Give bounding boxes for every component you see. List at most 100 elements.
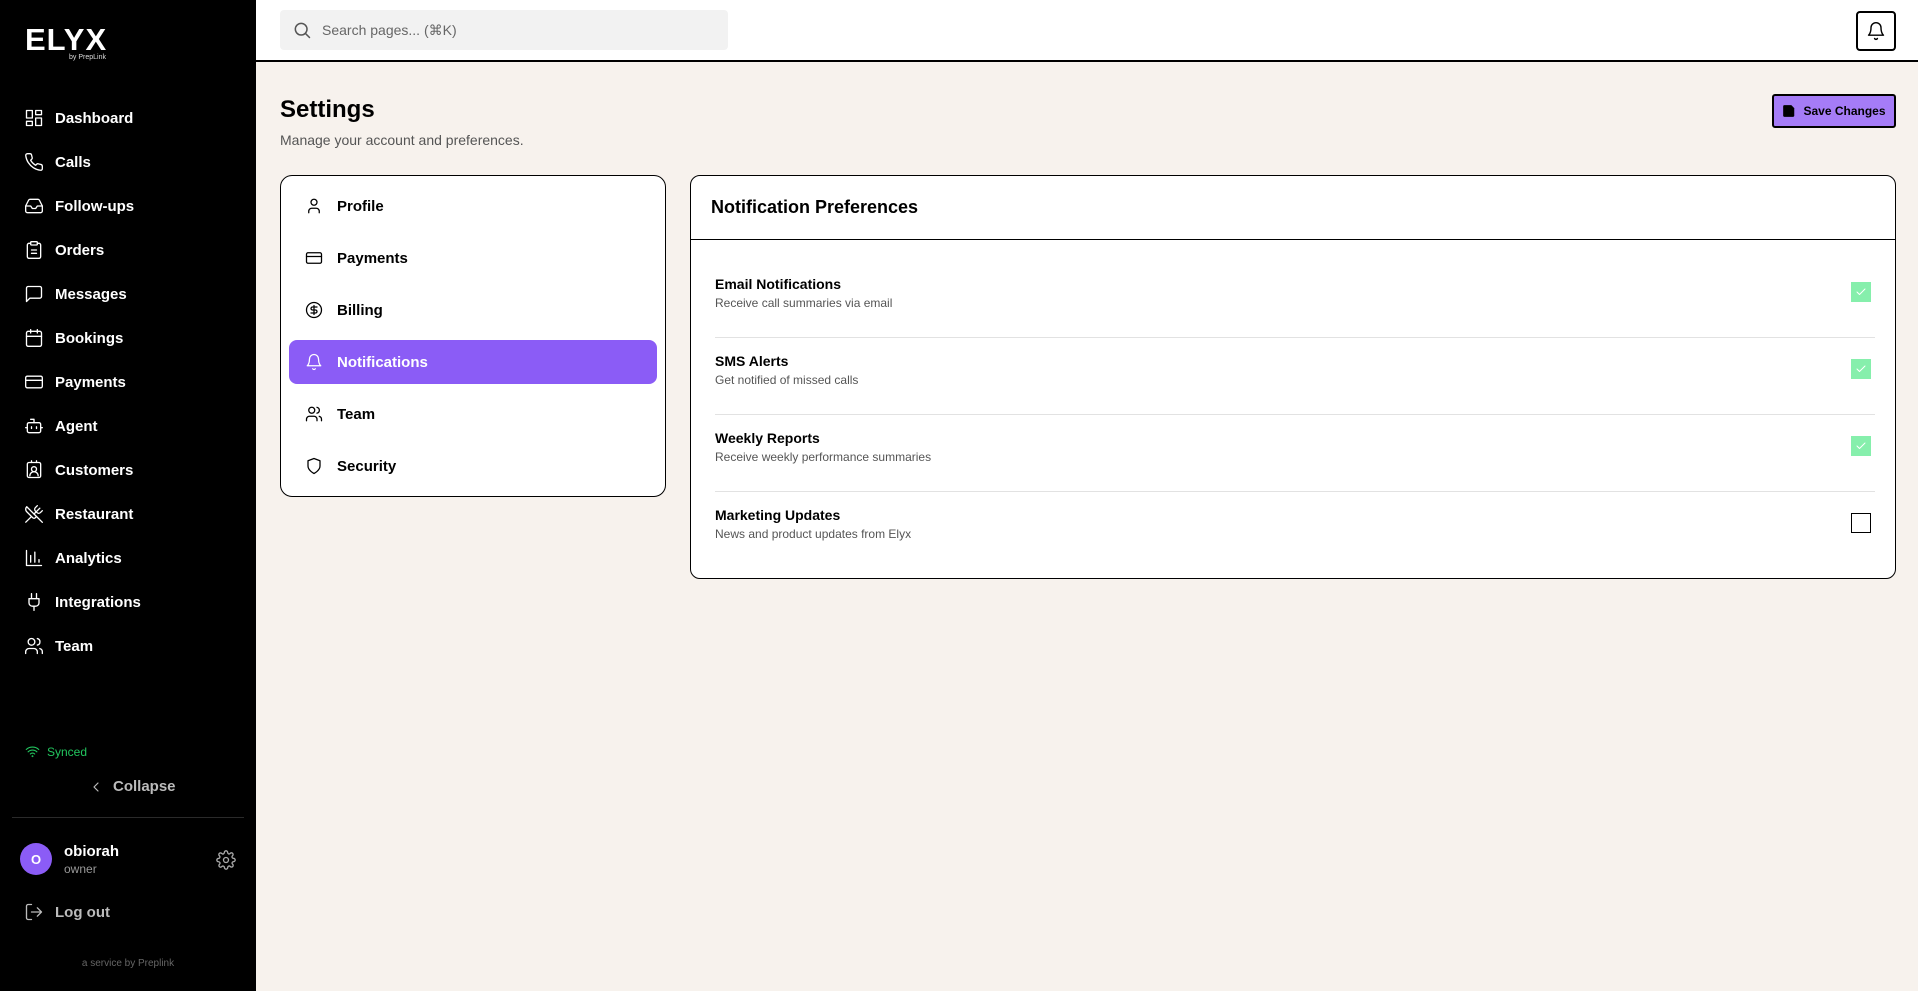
shield-icon bbox=[307, 457, 321, 475]
logo[interactable]: ELYX by PrepLink bbox=[25, 24, 107, 62]
settings-tab-label: Payments bbox=[337, 249, 408, 267]
sidebar-divider bbox=[12, 817, 244, 818]
search-box[interactable] bbox=[280, 10, 728, 50]
calendar-icon bbox=[25, 329, 43, 347]
check-icon bbox=[1856, 442, 1866, 449]
bell-icon bbox=[1867, 22, 1885, 41]
inbox-icon bbox=[25, 198, 43, 214]
panel-title: Notification Preferences bbox=[711, 197, 919, 217]
sidebar-item-payments[interactable]: Payments bbox=[0, 360, 256, 404]
preference-description: Receive call summaries via email bbox=[715, 296, 893, 310]
preference-description: Get notified of missed calls bbox=[715, 373, 859, 387]
logout-button[interactable]: Log out bbox=[24, 902, 110, 922]
sidebar-item-label: Analytics bbox=[55, 549, 122, 567]
sidebar-item-orders[interactable]: Orders bbox=[0, 228, 256, 272]
sync-status: Synced bbox=[25, 744, 87, 759]
user-icon bbox=[308, 198, 320, 214]
settings-tab-billing[interactable]: Billing bbox=[289, 288, 657, 332]
sidebar-item-customers[interactable]: Customers bbox=[0, 448, 256, 492]
settings-tab-label: Team bbox=[337, 405, 376, 423]
sidebar-item-dashboard[interactable]: Dashboard bbox=[0, 96, 256, 140]
sidebar-item-bookings[interactable]: Bookings bbox=[0, 316, 256, 360]
weekly-reports-checkbox[interactable] bbox=[1851, 436, 1871, 456]
credit-card-icon bbox=[25, 375, 43, 389]
user-role: owner bbox=[64, 862, 97, 876]
panel-header: Notification Preferences bbox=[691, 176, 1895, 240]
preference-title: Marketing Updates bbox=[715, 507, 841, 523]
sidebar-item-calls[interactable]: Calls bbox=[0, 140, 256, 184]
page-subtitle: Manage your account and preferences. bbox=[280, 132, 524, 148]
logo-subtext: by PrepLink bbox=[69, 54, 106, 61]
dollar-circle-icon bbox=[305, 301, 323, 319]
sidebar-nav: Dashboard Calls Follow-ups Orders Messag… bbox=[0, 96, 256, 668]
sidebar-item-messages[interactable]: Messages bbox=[0, 272, 256, 316]
user-profile: O obiorah owner bbox=[20, 843, 238, 877]
save-changes-button[interactable]: Save Changes bbox=[1772, 94, 1896, 128]
credit-card-icon bbox=[305, 252, 323, 264]
bot-icon bbox=[25, 418, 43, 434]
save-changes-label: Save Changes bbox=[1803, 104, 1886, 118]
save-icon bbox=[1783, 105, 1795, 117]
settings-tab-notifications[interactable]: Notifications bbox=[289, 340, 657, 384]
top-bar bbox=[256, 0, 1918, 62]
contact-icon bbox=[26, 460, 42, 479]
sidebar: ELYX by PrepLink Dashboard Calls Follow-… bbox=[0, 0, 256, 991]
dashboard-icon bbox=[25, 109, 43, 127]
sidebar-item-label: Follow-ups bbox=[55, 197, 135, 215]
sidebar-item-restaurant[interactable]: Restaurant bbox=[0, 492, 256, 536]
settings-tab-label: Security bbox=[337, 457, 397, 475]
user-settings-button[interactable] bbox=[216, 850, 236, 870]
preference-description: Receive weekly performance summaries bbox=[715, 450, 932, 464]
notification-preferences-panel: Notification Preferences Email Notificat… bbox=[690, 175, 1896, 579]
message-icon bbox=[25, 285, 43, 303]
phone-icon bbox=[25, 152, 44, 171]
preference-row: SMS Alerts Get notified of missed calls bbox=[715, 353, 1875, 415]
sidebar-item-follow-ups[interactable]: Follow-ups bbox=[0, 184, 256, 228]
settings-tab-label: Profile bbox=[337, 197, 384, 215]
preference-title: Weekly Reports bbox=[715, 430, 820, 446]
service-footer: a service by Preplink bbox=[81, 958, 175, 969]
email-notifications-checkbox[interactable] bbox=[1851, 282, 1871, 302]
sidebar-item-agent[interactable]: Agent bbox=[0, 404, 256, 448]
search-input[interactable] bbox=[322, 22, 702, 38]
check-icon bbox=[1856, 288, 1866, 295]
user-name: obiorah bbox=[64, 843, 119, 860]
sidebar-item-label: Calls bbox=[55, 153, 91, 171]
settings-menu: Profile Payments Billing Notifications T… bbox=[280, 175, 666, 497]
preference-row: Marketing Updates News and product updat… bbox=[715, 507, 1875, 569]
page-title: Settings bbox=[280, 96, 375, 123]
settings-tab-profile[interactable]: Profile bbox=[289, 184, 657, 228]
sidebar-item-label: Payments bbox=[55, 373, 126, 391]
wifi-icon bbox=[25, 746, 40, 758]
preference-title: Email Notifications bbox=[715, 276, 842, 292]
sidebar-item-label: Dashboard bbox=[55, 109, 134, 127]
utensils-icon bbox=[25, 505, 43, 523]
plug-icon bbox=[28, 593, 40, 611]
bar-chart-icon bbox=[25, 549, 43, 567]
marketing-updates-checkbox[interactable] bbox=[1851, 513, 1871, 533]
settings-tab-label: Notifications bbox=[337, 353, 428, 371]
preference-row: Email Notifications Receive call summari… bbox=[715, 276, 1875, 338]
sms-alerts-checkbox[interactable] bbox=[1851, 359, 1871, 379]
sidebar-item-label: Orders bbox=[55, 241, 105, 259]
preference-description: News and product updates from Elyx bbox=[715, 527, 912, 541]
sidebar-item-label: Integrations bbox=[55, 593, 141, 611]
users-icon bbox=[305, 406, 323, 422]
sidebar-item-integrations[interactable]: Integrations bbox=[0, 580, 256, 624]
settings-tab-payments[interactable]: Payments bbox=[289, 236, 657, 280]
sidebar-item-label: Restaurant bbox=[55, 505, 134, 523]
sidebar-item-team[interactable]: Team bbox=[0, 624, 256, 668]
check-icon bbox=[1856, 365, 1866, 372]
sidebar-item-analytics[interactable]: Analytics bbox=[0, 536, 256, 580]
collapse-button[interactable]: Collapse bbox=[88, 778, 176, 795]
settings-tab-team[interactable]: Team bbox=[289, 392, 657, 436]
settings-tab-security[interactable]: Security bbox=[289, 444, 657, 488]
preference-row: Weekly Reports Receive weekly performanc… bbox=[715, 430, 1875, 492]
sidebar-item-label: Messages bbox=[55, 285, 127, 303]
notifications-button[interactable] bbox=[1856, 11, 1896, 51]
sidebar-item-label: Bookings bbox=[55, 329, 124, 347]
avatar[interactable]: O bbox=[20, 843, 52, 875]
preference-title: SMS Alerts bbox=[715, 353, 789, 369]
logout-label: Log out bbox=[55, 903, 110, 921]
clipboard-icon bbox=[26, 241, 42, 259]
